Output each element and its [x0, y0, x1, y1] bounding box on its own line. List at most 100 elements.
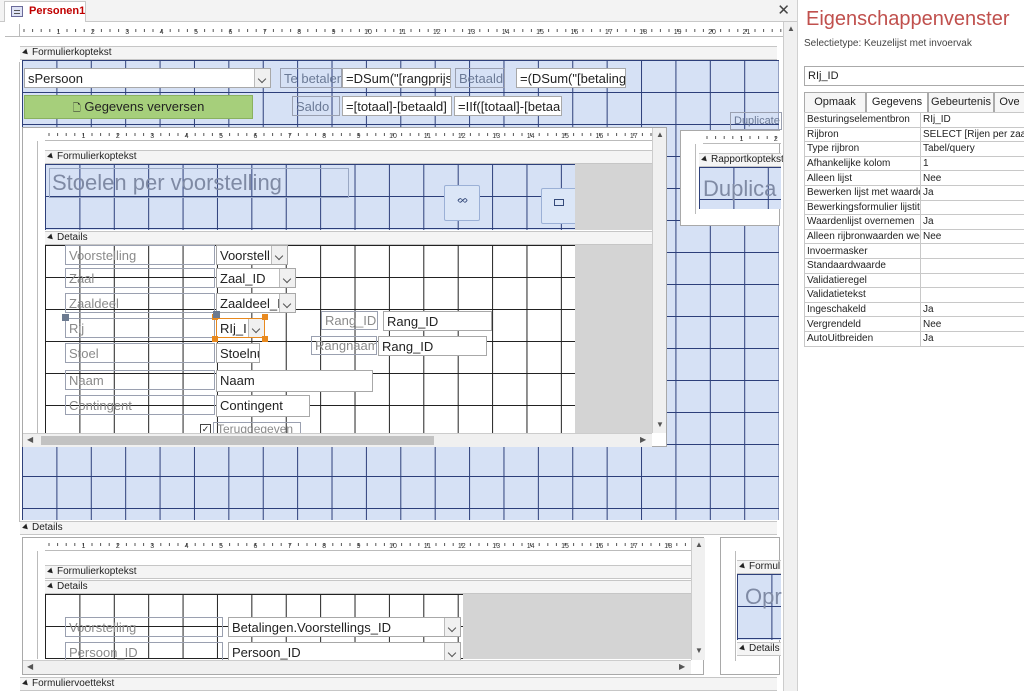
property-value[interactable]: Nee — [920, 170, 1024, 186]
property-row[interactable]: Bewerken lijst met waarden Ja — [804, 184, 1024, 201]
text-contingent[interactable]: Contingent — [216, 395, 310, 417]
property-value[interactable]: Nee — [920, 316, 1024, 332]
property-row[interactable]: Vergrendeld Nee — [804, 316, 1024, 332]
property-value[interactable]: RIj_ID — [920, 112, 1024, 128]
property-value[interactable]: Ja — [920, 301, 1024, 318]
chevron-down-icon[interactable] — [279, 294, 295, 312]
property-value[interactable] — [920, 243, 1024, 259]
scroll-down-icon[interactable]: ▼ — [656, 420, 664, 429]
subform-report-title[interactable]: Duplica — [703, 176, 776, 202]
property-value[interactable]: SELECT [Rijen per zaal e — [920, 126, 1024, 143]
label-rij[interactable]: Rij — [65, 318, 215, 338]
tab-gegevens[interactable]: Gegevens — [866, 92, 928, 113]
text-saldo-iif[interactable]: =IIf([totaal]-[betaa — [454, 96, 562, 116]
scroll-thumb[interactable] — [41, 436, 434, 445]
label-duplicate[interactable]: Duplicate — [730, 112, 782, 130]
combo-rij-selected[interactable]: RIj_I — [216, 318, 265, 338]
text-rangnaam[interactable]: Rang_ID — [378, 336, 487, 356]
property-value[interactable]: Nee — [920, 228, 1024, 245]
label-payment-voorstelling[interactable]: Voorstelling — [65, 617, 223, 637]
label-zaaldeel[interactable]: Zaaldeel — [65, 293, 215, 313]
text-stoel[interactable]: Stoelnu — [216, 343, 260, 363]
property-value[interactable]: 1 — [920, 155, 1024, 172]
label-voorstelling[interactable]: Voorstelling — [65, 245, 215, 265]
label-betaald[interactable]: Betaald — [455, 68, 505, 88]
label-naam[interactable]: Naam — [65, 370, 215, 390]
close-icon[interactable]: ✕ — [777, 1, 790, 19]
property-row[interactable]: Bewerkingsformulier lijstitems — [804, 199, 1024, 216]
property-value[interactable] — [920, 199, 1024, 216]
designer-vscrollbar[interactable]: ▲ — [783, 22, 797, 691]
subform-seats-hscrollbar[interactable]: ◀ ▶ — [23, 433, 652, 447]
scroll-up-icon[interactable]: ▲ — [787, 24, 795, 33]
move-handle[interactable] — [213, 311, 220, 318]
combo-zaal[interactable]: Zaal_ID — [216, 268, 296, 288]
subform-payments-vscrollbar[interactable]: ▲ ▼ — [691, 538, 705, 660]
main-header-section-bar[interactable]: Formulierkoptekst — [20, 46, 777, 60]
property-row[interactable]: Invoermasker — [804, 243, 1024, 259]
property-value[interactable]: Ja — [920, 184, 1024, 201]
label-rangnaam[interactable]: Rangnaam — [311, 336, 377, 355]
chevron-down-icon[interactable] — [254, 69, 270, 87]
property-row[interactable]: AutoUitbreiden Ja — [804, 330, 1024, 347]
label-zaal[interactable]: Zaal — [65, 268, 215, 288]
subform-payments-details-bar[interactable]: Details — [45, 580, 691, 594]
label-te-betalen[interactable]: Te betalen — [280, 68, 342, 88]
subform-report[interactable]: 12 Rapportkoptekst Duplica — [680, 130, 784, 226]
property-value[interactable] — [920, 257, 1024, 274]
main-details-section-bar[interactable]: Details — [20, 521, 777, 535]
label-rang-id[interactable]: Rang_ID. — [321, 311, 378, 330]
subform-seats-details-bar[interactable]: Details — [45, 231, 652, 245]
subform-report-header-bar[interactable]: Rapportkoptekst — [699, 153, 784, 167]
property-value[interactable] — [920, 287, 1024, 303]
property-row[interactable]: Alleen lijst Nee — [804, 170, 1024, 186]
scroll-left-icon[interactable]: ◀ — [27, 435, 33, 444]
subform-right-header-bar[interactable]: Formul — [737, 560, 781, 574]
chevron-down-icon[interactable] — [279, 269, 295, 287]
text-naam[interactable]: Naam — [216, 370, 373, 392]
property-row[interactable]: Waardenlijst overnemen Ja — [804, 214, 1024, 230]
property-value[interactable]: Tabel/query — [920, 141, 1024, 157]
property-row[interactable]: Standaardwaarde — [804, 257, 1024, 274]
property-row[interactable]: Ingeschakeld Ja — [804, 301, 1024, 318]
property-row[interactable]: Type rijbron Tabel/query — [804, 141, 1024, 157]
subform-right-title[interactable]: Opr — [745, 584, 782, 610]
property-row[interactable]: RijbronSELECT [Rijen per zaal e — [804, 126, 1024, 143]
chevron-down-icon[interactable] — [248, 319, 264, 337]
subform-seats-title[interactable]: Stoelen per voorstelling — [49, 168, 349, 198]
property-value[interactable]: Ja — [920, 330, 1024, 347]
text-te-betalen[interactable]: =DSum("[rangprijs — [342, 68, 451, 88]
persoon-combobox[interactable]: sPersoon — [24, 68, 271, 88]
tab-gebeurtenis[interactable]: Gebeurtenis — [928, 92, 994, 112]
refresh-data-button[interactable]: 🗋 Gegevens verversen — [24, 95, 253, 119]
property-value[interactable]: Ja — [920, 214, 1024, 230]
scroll-down-icon[interactable]: ▼ — [695, 646, 703, 655]
chevron-down-icon[interactable] — [444, 643, 460, 661]
tab-overige[interactable]: Ove — [994, 92, 1024, 112]
combo-voorstelling[interactable]: Voorstell — [216, 245, 288, 265]
move-handle[interactable] — [62, 314, 69, 321]
property-row[interactable]: Validatietekst — [804, 287, 1024, 303]
property-row[interactable]: Alleen rijbronwaarden weergevenNee — [804, 228, 1024, 245]
text-rang-id[interactable]: Rang_ID — [383, 311, 492, 331]
property-value[interactable] — [920, 272, 1024, 289]
label-saldo[interactable]: Saldo — [292, 96, 340, 116]
tab-opmaak[interactable]: Opmaak — [804, 92, 866, 112]
main-footer-section-bar[interactable]: Formuliervoettekst — [20, 677, 777, 691]
resize-handle[interactable] — [212, 336, 218, 342]
label-persoon-id[interactable]: Persoon_ID — [65, 642, 223, 662]
subform-payments-hscrollbar[interactable]: ◀ ▶ — [23, 660, 691, 674]
scroll-up-icon[interactable]: ▲ — [656, 130, 664, 139]
scroll-left-icon[interactable]: ◀ — [27, 662, 33, 671]
document-tab[interactable]: Personen1 — [4, 1, 86, 22]
scroll-right-icon[interactable]: ▶ — [640, 435, 646, 444]
combo-zaaldeel[interactable]: Zaaldeel_I — [216, 293, 296, 313]
property-row[interactable]: Afhankelijke kolom 1 — [804, 155, 1024, 172]
subform-right[interactable]: Formul Opr Details — [720, 537, 782, 675]
subform-payments-header-bar[interactable]: Formulierkoptekst — [45, 565, 691, 579]
property-row[interactable]: Besturingselementbron RIj_ID — [804, 112, 1024, 128]
property-row[interactable]: Validatieregel — [804, 272, 1024, 289]
text-saldo[interactable]: =[totaal]-[betaald] — [342, 96, 452, 116]
subform-seats[interactable]: 1 2 3 4 5 6 7 8 9 10 11 12 13 14 15 16 17 Formulierkopte… — [22, 127, 667, 447]
subform-right-details-bar[interactable]: Details — [737, 642, 781, 656]
